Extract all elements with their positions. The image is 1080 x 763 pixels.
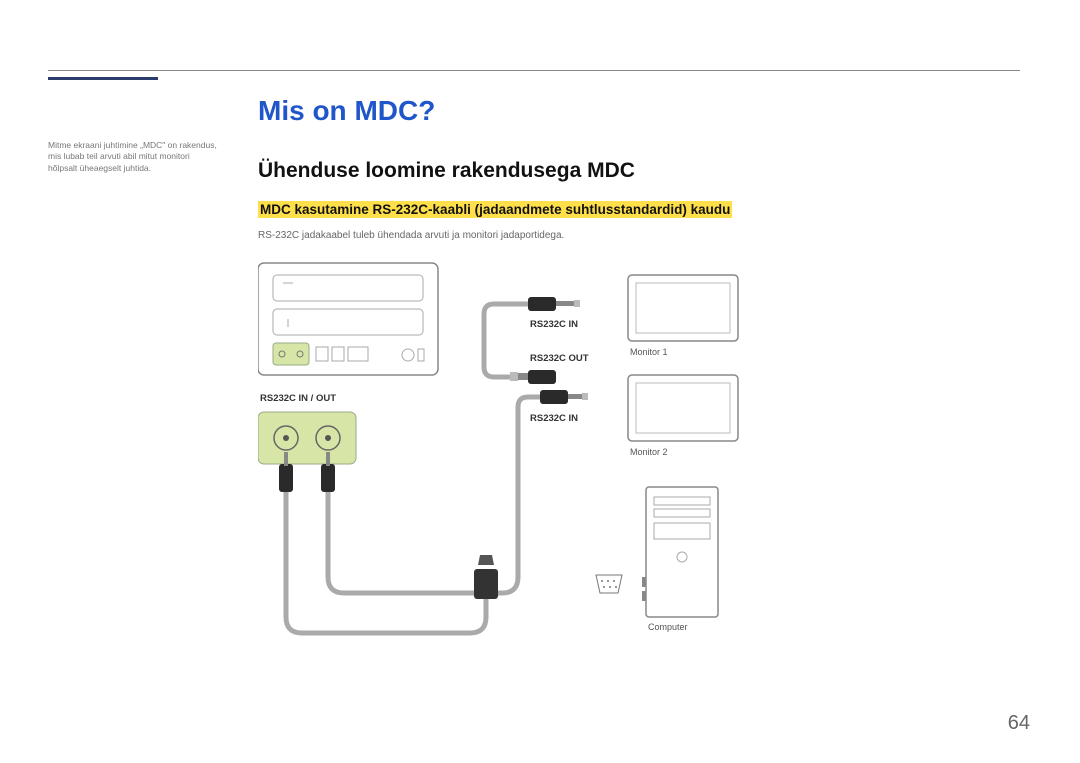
monitor-1-icon bbox=[628, 275, 738, 341]
connection-diagram: RS232C IN / OUT RS232C IN RS232C OUT RS2… bbox=[258, 257, 758, 657]
top-rule bbox=[48, 70, 1020, 71]
body-paragraph: RS-232C jadakaabel tuleb ühendada arvuti… bbox=[258, 230, 1020, 241]
jack-rs-in2-icon bbox=[540, 390, 588, 404]
jack-rs-out-icon bbox=[494, 370, 556, 384]
monitor-back-panel-icon bbox=[258, 263, 438, 375]
port-panel-label: RS232C IN / OUT bbox=[260, 393, 336, 404]
section-subtitle: Ühenduse loomine rakendusega MDC bbox=[258, 159, 1020, 183]
highlighted-subheading: MDC kasutamine RS-232C-kaabli (jadaandme… bbox=[258, 201, 732, 218]
sidebar-note: Mitme ekraani juhtimine „MDC" on rakendu… bbox=[48, 140, 218, 174]
computer-tower-icon bbox=[642, 487, 718, 617]
page-title: Mis on MDC? bbox=[258, 95, 1020, 127]
page-number: 64 bbox=[1008, 712, 1030, 735]
rs-in-2-label: RS232C IN bbox=[530, 413, 578, 424]
computer-label: Computer bbox=[648, 622, 688, 632]
serial-connector-icon bbox=[474, 555, 622, 599]
port-enlargement-icon bbox=[258, 412, 356, 464]
cable-loop-icon bbox=[484, 304, 494, 377]
monitor-1-label: Monitor 1 bbox=[630, 347, 668, 357]
cable-right bbox=[328, 397, 540, 593]
side-accent bbox=[48, 77, 158, 80]
content-area: Mis on MDC? Ühenduse loomine rakendusega… bbox=[258, 60, 1020, 657]
jack-top-right-icon bbox=[494, 297, 580, 311]
rs-in-1-label: RS232C IN bbox=[530, 319, 578, 330]
page: Mitme ekraani juhtimine „MDC" on rakendu… bbox=[0, 0, 1080, 763]
rs-out-label: RS232C OUT bbox=[530, 353, 589, 364]
monitor-2-label: Monitor 2 bbox=[630, 447, 668, 457]
cable-left bbox=[286, 492, 486, 633]
monitor-2-icon bbox=[628, 375, 738, 441]
